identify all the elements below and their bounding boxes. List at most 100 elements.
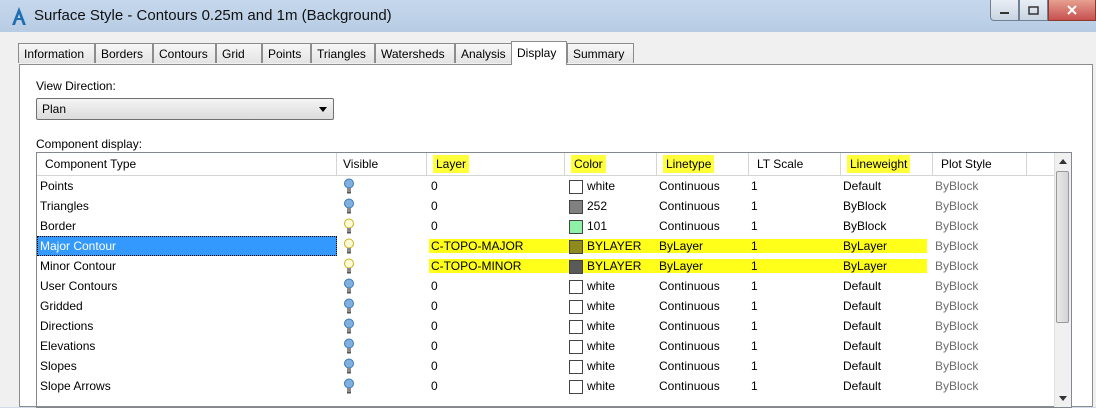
tab-triangles[interactable]: Triangles (311, 43, 375, 63)
cell-component-type[interactable]: Points (37, 176, 337, 196)
cell-linetype[interactable]: Continuous (659, 296, 747, 316)
table-row[interactable]: Slopes 0 white Continuous 1 Default ByBlock (37, 356, 1057, 376)
cell-component-type[interactable]: Gridded (37, 296, 337, 316)
cell-linetype[interactable]: Continuous (659, 276, 747, 296)
cell-linetype[interactable]: Continuous (659, 216, 747, 236)
title-bar[interactable]: Surface Style - Contours 0.25m and 1m (B… (0, 0, 1096, 32)
cell-color[interactable]: white (569, 176, 657, 196)
tab-points[interactable]: Points (262, 43, 311, 63)
cell-plot-style[interactable]: ByBlock (935, 376, 1025, 396)
cell-layer[interactable]: 0 (431, 276, 561, 296)
tab-watersheds[interactable]: Watersheds (375, 43, 455, 63)
cell-lineweight[interactable]: Default (843, 336, 931, 356)
cell-lt-scale[interactable]: 1 (751, 336, 839, 356)
table-row[interactable]: Directions 0 white Continuous 1 Default ByBloc… (37, 316, 1057, 336)
cell-lineweight[interactable]: Default (843, 176, 931, 196)
light-bulb-off-icon[interactable] (343, 218, 355, 234)
cell-lt-scale[interactable]: 1 (751, 216, 839, 236)
light-bulb-on-icon[interactable] (343, 278, 355, 294)
cell-lt-scale[interactable]: 1 (751, 356, 839, 376)
tab-information[interactable]: Information (18, 43, 95, 63)
table-row[interactable]: Points 0 white Continuous 1 Default ByBlock (37, 176, 1057, 196)
cell-plot-style[interactable]: ByBlock (935, 296, 1025, 316)
cell-layer[interactable]: C-TOPO-MINOR (431, 256, 561, 276)
tab-borders[interactable]: Borders (95, 43, 153, 63)
cell-lt-scale[interactable]: 1 (751, 196, 839, 216)
view-direction-dropdown[interactable]: Plan (36, 98, 334, 120)
maximize-button[interactable] (1019, 0, 1048, 21)
cell-lt-scale[interactable]: 1 (751, 376, 839, 396)
cell-visible[interactable] (337, 316, 427, 336)
cell-linetype[interactable]: Continuous (659, 316, 747, 336)
light-bulb-on-icon[interactable] (343, 338, 355, 354)
column-header-lineweight[interactable]: Lineweight (841, 153, 933, 175)
column-header-plot-style[interactable]: Plot Style (933, 153, 1027, 175)
table-row[interactable]: Slope Arrows 0 white Continuous 1 Default ByBl… (37, 376, 1057, 396)
cell-lineweight[interactable]: ByLayer (843, 236, 931, 256)
cell-plot-style[interactable]: ByBlock (935, 216, 1025, 236)
tab-display[interactable]: Display (511, 41, 567, 65)
light-bulb-on-icon[interactable] (343, 318, 355, 334)
cell-component-type[interactable]: User Contours (37, 276, 337, 296)
table-row[interactable]: Gridded 0 white Continuous 1 Default ByBlock (37, 296, 1057, 316)
cell-linetype[interactable]: Continuous (659, 336, 747, 356)
cell-layer[interactable]: C-TOPO-MAJOR (431, 236, 561, 256)
cell-layer[interactable]: 0 (431, 196, 561, 216)
cell-lineweight[interactable]: Default (843, 316, 931, 336)
cell-layer[interactable]: 0 (431, 336, 561, 356)
light-bulb-off-icon[interactable] (343, 238, 355, 254)
cell-component-type[interactable]: Major Contour (37, 236, 337, 256)
cell-lt-scale[interactable]: 1 (751, 236, 839, 256)
column-header-layer[interactable]: Layer (427, 153, 565, 175)
cell-color[interactable]: white (569, 336, 657, 356)
cell-component-type[interactable]: Slopes (37, 356, 337, 376)
cell-component-type[interactable]: Slope Arrows (37, 376, 337, 396)
cell-lt-scale[interactable]: 1 (751, 316, 839, 336)
light-bulb-on-icon[interactable] (343, 378, 355, 394)
cell-visible[interactable] (337, 296, 427, 316)
cell-color[interactable]: white (569, 296, 657, 316)
light-bulb-off-icon[interactable] (343, 258, 355, 274)
cell-visible[interactable] (337, 376, 427, 396)
light-bulb-on-icon[interactable] (343, 298, 355, 314)
cell-visible[interactable] (337, 276, 427, 296)
cell-color[interactable]: white (569, 316, 657, 336)
cell-visible[interactable] (337, 176, 427, 196)
cell-lt-scale[interactable]: 1 (751, 276, 839, 296)
table-row[interactable]: Minor Contour C-TOPO-MINOR BYLAYER ByLayer 1… (37, 256, 1057, 276)
column-header-visible[interactable]: Visible (337, 153, 427, 175)
cell-component-type[interactable]: Directions (37, 316, 337, 336)
column-header-lt-scale[interactable]: LT Scale (749, 153, 841, 175)
cell-visible[interactable] (337, 336, 427, 356)
cell-color[interactable]: BYLAYER (569, 236, 657, 256)
cell-layer[interactable]: 0 (431, 316, 561, 336)
cell-lineweight[interactable]: Default (843, 276, 931, 296)
cell-layer[interactable]: 0 (431, 376, 561, 396)
cell-linetype[interactable]: ByLayer (659, 256, 747, 276)
cell-visible[interactable] (337, 196, 427, 216)
cell-layer[interactable]: 0 (431, 296, 561, 316)
cell-layer[interactable]: 0 (431, 356, 561, 376)
cell-plot-style[interactable]: ByBlock (935, 196, 1025, 216)
table-row[interactable]: Major Contour C-TOPO-MAJOR BYLAYER ByLayer 1… (37, 236, 1057, 256)
cell-lineweight[interactable]: ByBlock (843, 216, 931, 236)
cell-layer[interactable]: 0 (431, 176, 561, 196)
cell-visible[interactable] (337, 236, 427, 256)
cell-color[interactable]: white (569, 356, 657, 376)
close-button[interactable] (1048, 0, 1096, 21)
column-header-component-type[interactable]: Component Type (37, 153, 337, 175)
table-row[interactable]: Triangles 0 252 Continuous 1 ByBlock ByBlock (37, 196, 1057, 216)
tab-contours[interactable]: Contours (153, 43, 216, 63)
cell-component-type[interactable]: Triangles (37, 196, 337, 216)
cell-linetype[interactable]: Continuous (659, 196, 747, 216)
cell-lineweight[interactable]: Default (843, 296, 931, 316)
component-display-grid[interactable]: Component Type Visible Layer Color Linet… (36, 152, 1072, 408)
scroll-thumb[interactable] (1056, 171, 1069, 323)
cell-color[interactable]: 101 (569, 216, 657, 236)
scroll-up-icon[interactable] (1059, 159, 1067, 164)
light-bulb-on-icon[interactable] (343, 178, 355, 194)
column-header-color[interactable]: Color (565, 153, 657, 175)
cell-linetype[interactable]: ByLayer (659, 236, 747, 256)
cell-layer[interactable]: 0 (431, 216, 561, 236)
cell-lineweight[interactable]: ByBlock (843, 196, 931, 216)
